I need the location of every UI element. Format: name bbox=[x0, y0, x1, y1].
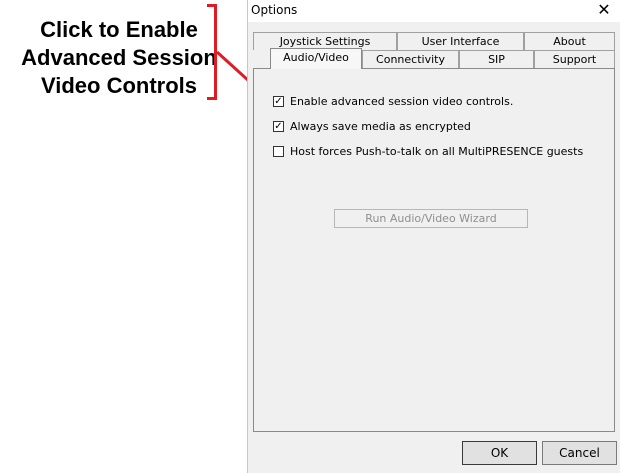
tab-about[interactable]: About bbox=[524, 32, 615, 50]
checkbox-enable-advanced-video[interactable]: ✓ bbox=[273, 95, 284, 107]
tab-sip[interactable]: SIP bbox=[459, 50, 534, 68]
audio-video-panel: ✓ Enable advanced session video controls… bbox=[253, 68, 615, 432]
checkbox-save-media-encrypted[interactable]: ✓ bbox=[273, 120, 284, 132]
title-bar: Options ✕ bbox=[248, 0, 620, 22]
check-icon: ✓ bbox=[274, 120, 283, 132]
option-label: Host forces Push-to-talk on all MultiPRE… bbox=[290, 144, 584, 158]
tab-user-interface[interactable]: User Interface bbox=[397, 32, 524, 50]
check-icon: ✓ bbox=[274, 95, 283, 107]
tab-support[interactable]: Support bbox=[534, 50, 615, 68]
tab-connectivity[interactable]: Connectivity bbox=[362, 50, 459, 68]
tab-audio-video[interactable]: Audio/Video bbox=[270, 48, 362, 69]
annotation-line-2: Advanced Session bbox=[21, 45, 217, 70]
annotation-bracket bbox=[207, 4, 217, 100]
checkbox-host-forces-ptt[interactable] bbox=[273, 145, 284, 157]
option-host-forces-ptt[interactable]: Host forces Push-to-talk on all MultiPRE… bbox=[273, 144, 583, 158]
annotation-callout: Click to Enable Advanced Session Video C… bbox=[8, 16, 230, 100]
annotation-line-1: Click to Enable bbox=[40, 17, 198, 42]
close-icon[interactable]: ✕ bbox=[594, 1, 614, 21]
annotation-line-3: Video Controls bbox=[40, 73, 198, 98]
cancel-button[interactable]: Cancel bbox=[542, 441, 617, 465]
options-dialog: Options ✕ Joystick Settings User Interfa… bbox=[247, 0, 620, 473]
option-enable-advanced-video[interactable]: ✓ Enable advanced session video controls… bbox=[273, 94, 513, 108]
option-label: Enable advanced session video controls. bbox=[290, 94, 514, 108]
ok-button[interactable]: OK bbox=[462, 441, 537, 465]
run-wizard-button[interactable]: Run Audio/Video Wizard bbox=[334, 209, 528, 228]
option-save-media-encrypted[interactable]: ✓ Always save media as encrypted bbox=[273, 119, 471, 133]
option-label: Always save media as encrypted bbox=[290, 119, 471, 133]
dialog-title: Options bbox=[251, 3, 298, 17]
